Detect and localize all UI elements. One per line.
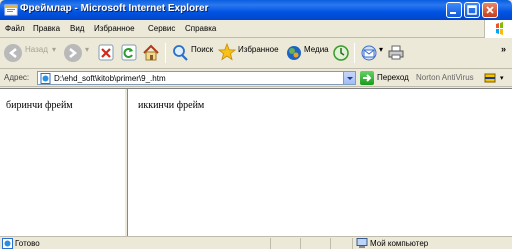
menu-view[interactable]: Вид [70,24,84,33]
mail-icon[interactable] [360,42,378,64]
maximize-button[interactable] [464,2,480,18]
search-label[interactable]: Поиск [191,45,213,54]
norton-antivirus-label[interactable]: Norton AntiVirus [416,73,474,82]
page-icon [40,73,51,86]
go-button[interactable]: Переход [377,73,409,82]
status-pane [300,238,301,249]
standard-toolbar: Назад ▾ ▾ Поиск Избранное Медиа ▾ » [0,38,512,69]
status-pane [352,238,353,249]
media-label[interactable]: Медиа [304,45,329,54]
status-bar: Готово Мой компьютер [0,236,512,249]
address-bar: Адрес: D:\ehd_soft\kitob\primer\9_.htm П… [0,69,512,87]
toolbar-overflow-icon[interactable]: » [501,44,506,54]
status-text: Готово [15,239,40,248]
left-frame: биринчи фрейм [0,89,124,237]
favorites-label[interactable]: Избранное [238,45,279,54]
menu-tools[interactable]: Сервис [148,24,175,33]
close-button[interactable] [482,2,498,18]
menu-file[interactable]: Файл [5,24,25,33]
menu-favorites[interactable]: Избранное [94,24,135,33]
security-zone-text: Мой компьютер [370,239,429,248]
norton-dropdown-icon[interactable]: ▾ [500,74,504,82]
back-arrow-icon[interactable] [3,42,23,64]
toolbar-separator [354,43,355,63]
title-bar[interactable]: Фреймлар - Microsoft Internet Explorer [0,0,512,20]
print-icon[interactable] [387,42,405,64]
go-arrow-icon[interactable] [360,71,374,85]
mail-dropdown-icon[interactable]: ▾ [379,45,383,54]
back-dropdown-icon[interactable]: ▾ [52,45,56,54]
windows-logo-icon [484,20,512,38]
left-frame-text: биринчи фрейм [6,100,73,111]
ie-logo-icon [4,3,18,17]
address-value[interactable]: D:\ehd_soft\kitob\primer\9_.htm [54,74,166,83]
page-content: биринчи фрейм иккинчи фрейм [0,88,512,237]
search-icon[interactable] [171,42,189,64]
right-frame: иккинчи фрейм [128,89,512,237]
menu-help[interactable]: Справка [185,24,216,33]
toolbar-separator [165,43,166,63]
history-icon[interactable] [332,42,350,64]
media-icon[interactable] [285,42,303,64]
page-done-icon [2,238,13,249]
window-title: Фреймлар - Microsoft Internet Explorer [20,3,209,14]
forward-dropdown-icon[interactable]: ▾ [85,45,89,54]
stop-icon[interactable] [97,42,115,64]
status-pane [330,238,331,249]
norton-icon[interactable] [484,72,496,84]
browser-window: Фреймлар - Microsoft Internet Explorer Ф… [0,0,512,249]
back-label: Назад [25,45,48,54]
address-input[interactable]: D:\ehd_soft\kitob\primer\9_.htm [37,71,356,85]
forward-arrow-icon[interactable] [63,42,83,64]
refresh-icon[interactable] [120,42,138,64]
favorites-star-icon[interactable] [217,42,237,64]
my-computer-icon [356,238,368,249]
menu-bar: Файл Правка Вид Избранное Сервис Справка [0,20,512,38]
minimize-button[interactable] [446,2,462,18]
status-pane [270,238,271,249]
right-frame-text: иккинчи фрейм [138,100,205,111]
home-icon[interactable] [142,42,160,64]
address-label: Адрес: [4,73,30,82]
menu-edit[interactable]: Правка [33,24,60,33]
address-dropdown-icon[interactable] [343,72,355,84]
